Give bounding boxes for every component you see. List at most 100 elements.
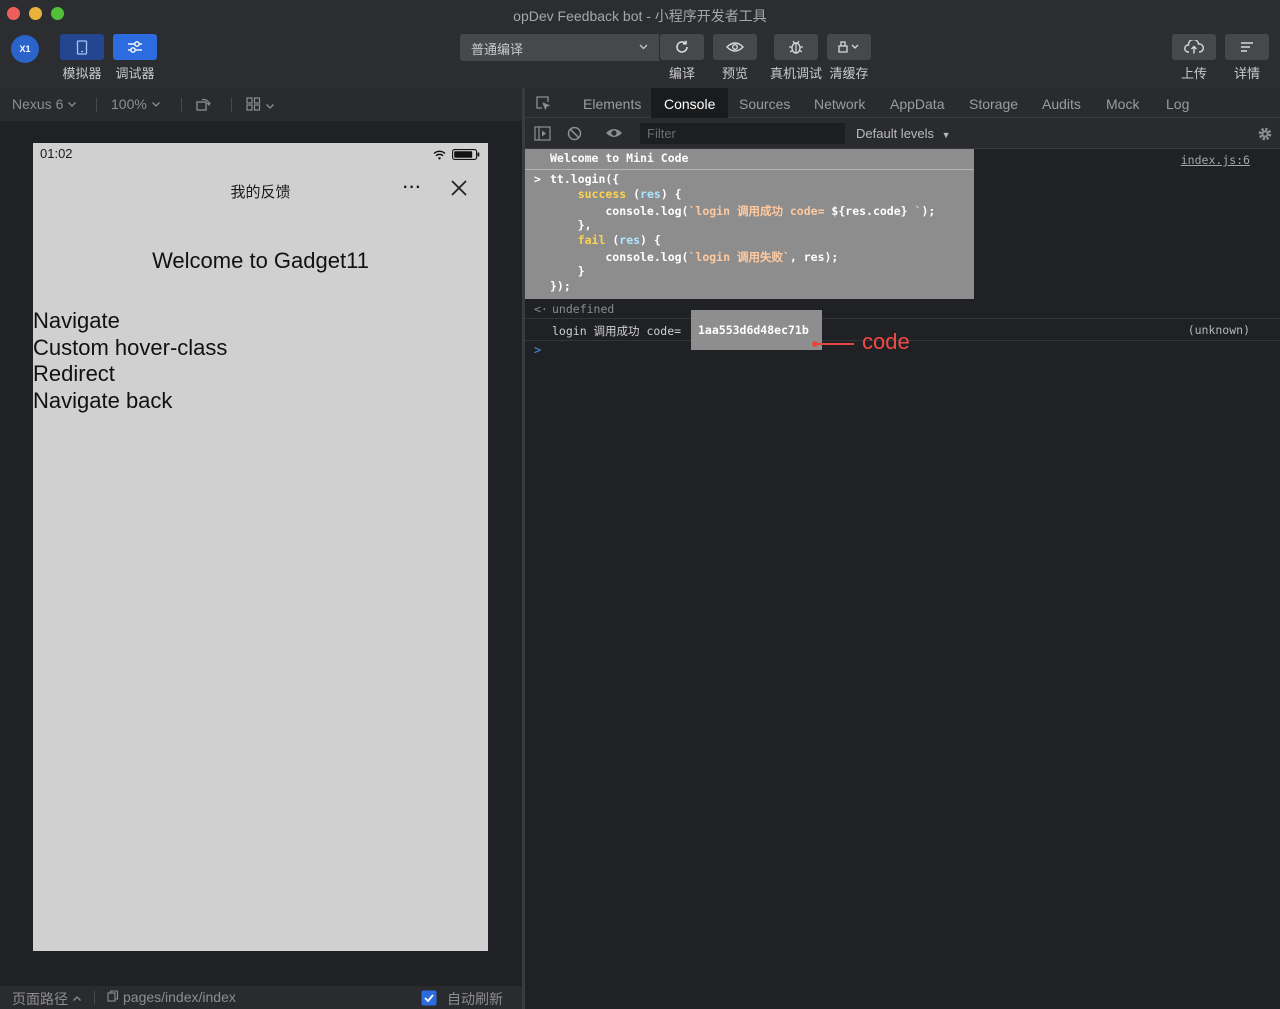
- eye-icon: [713, 34, 757, 60]
- code-line: console.log(`login 调用成功 code= ${res.code…: [550, 204, 936, 218]
- zoom-value: 100%: [111, 96, 147, 112]
- chevron-down-icon: [151, 96, 161, 112]
- annotation-label: code: [862, 329, 910, 354]
- tab-audits[interactable]: Audits: [1042, 88, 1081, 118]
- source-link[interactable]: index.js:6: [1181, 153, 1250, 167]
- page-path-value: pages/index/index: [123, 989, 236, 1005]
- code-line: fail (res) {: [577, 233, 661, 247]
- debugger-toggle-button[interactable]: 调试器: [113, 34, 157, 82]
- chevron-down-icon: [67, 96, 77, 112]
- code-line: success (res) {: [577, 187, 682, 201]
- custom-hover-class-link[interactable]: Custom hover-class: [33, 335, 227, 362]
- device-debug-button[interactable]: 真机调试: [770, 34, 822, 82]
- clear-cache-button[interactable]: 清缓存: [827, 34, 871, 82]
- prompt-arrow-icon: >: [534, 172, 541, 186]
- upload-button[interactable]: 上传: [1172, 34, 1216, 82]
- grid-icon: [246, 97, 261, 114]
- details-label: 详情: [1233, 66, 1260, 81]
- details-button[interactable]: 详情: [1225, 34, 1269, 82]
- code-line: },: [550, 218, 592, 232]
- tab-appdata[interactable]: AppData: [890, 88, 944, 118]
- divider: [525, 169, 974, 170]
- more-menu-button[interactable]: ···: [403, 179, 422, 197]
- inspect-element-icon[interactable]: [535, 95, 551, 116]
- simulator-label: 模拟器: [62, 66, 102, 81]
- page-path-copy[interactable]: pages/index/index: [107, 989, 236, 1005]
- log-levels-select[interactable]: Default levels ▼: [856, 126, 951, 141]
- navigation-links: Navigate Custom hover-class Redirect Nav…: [33, 308, 227, 414]
- device-select[interactable]: Nexus 6: [12, 96, 77, 112]
- clear-console-icon[interactable]: [567, 126, 582, 146]
- compile-label: 编译: [668, 66, 695, 81]
- code-line: tt.login({: [550, 172, 620, 186]
- console-welcome-message: Welcome to Mini Code: [550, 151, 689, 165]
- console-input-prompt[interactable]: >: [534, 343, 541, 357]
- clear-cache-icon: [827, 34, 871, 60]
- sidebar-toggle-icon[interactable]: [534, 126, 551, 146]
- layout-select[interactable]: [246, 97, 275, 114]
- status-icons: [433, 147, 480, 165]
- divider: [94, 991, 95, 1004]
- redirect-link[interactable]: Redirect: [33, 361, 227, 388]
- rotate-button[interactable]: [196, 97, 211, 114]
- phone-screen: 01:02 我的反馈 ··· Welcome to Gadget11 Navig…: [33, 143, 488, 951]
- tab-network[interactable]: Network: [814, 88, 865, 118]
- chevron-up-icon: [72, 991, 82, 1007]
- upload-label: 上传: [1180, 66, 1207, 81]
- cloud-upload-icon: [1172, 34, 1216, 60]
- annotation-dot: [812, 341, 818, 347]
- tab-console[interactable]: Console: [651, 88, 729, 118]
- main-toolbar: X1 模拟器 调试器 普通编译 编译 预览 真机调试 清缓存 上传 详情: [0, 28, 1280, 88]
- navigate-link[interactable]: Navigate: [33, 308, 227, 335]
- zoom-select[interactable]: 100%: [111, 96, 161, 112]
- phone-icon: [60, 34, 104, 60]
- auto-refresh-checkbox[interactable]: 自动刷新: [421, 989, 503, 1009]
- code-highlight: 1aa553d6d48ec71b: [691, 310, 822, 350]
- copy-icon: [107, 989, 119, 1005]
- refresh-icon: [660, 34, 704, 60]
- log-levels-value: Default levels: [856, 126, 935, 141]
- compile-mode-value: 普通编译: [471, 42, 524, 57]
- tab-log[interactable]: Log: [1166, 88, 1189, 118]
- triangle-down-icon: ▼: [941, 130, 951, 140]
- rotate-icon: [196, 97, 211, 114]
- code-line: console.log(`login 调用失败`, res);: [550, 250, 839, 264]
- battery-icon: [452, 147, 480, 165]
- wifi-icon: [433, 147, 446, 165]
- filter-input[interactable]: [640, 123, 845, 144]
- tab-elements[interactable]: Elements: [583, 88, 641, 118]
- divider: [96, 98, 97, 112]
- compile-button[interactable]: 编译: [660, 34, 704, 82]
- devtools-tab-bar: Elements Console Sources Network AppData…: [525, 88, 1280, 118]
- close-icon[interactable]: [450, 179, 468, 202]
- divider: [181, 98, 182, 112]
- log-source: (unknown): [1187, 323, 1250, 337]
- log-message: login 调用成功 code=: [552, 324, 682, 338]
- debugger-label: 调试器: [115, 66, 155, 81]
- navigate-back-link[interactable]: Navigate back: [33, 388, 227, 415]
- console-output: Welcome to Mini Code > tt.login({ succes…: [525, 149, 1280, 1009]
- devtools-panel: Elements Console Sources Network AppData…: [525, 88, 1280, 1009]
- console-return-row: <· undefined: [525, 299, 1280, 319]
- simulator-footer: 页面路径 pages/index/index 自动刷新: [0, 986, 522, 1009]
- gear-icon[interactable]: [1257, 126, 1273, 147]
- title-bar: opDev Feedback bot - 小程序开发者工具: [0, 0, 1280, 28]
- compile-mode-select[interactable]: 普通编译: [460, 34, 659, 61]
- sliders-icon: [113, 34, 157, 60]
- chevron-down-icon: [638, 40, 649, 55]
- device-debug-label: 真机调试: [770, 66, 823, 81]
- live-expression-eye-icon[interactable]: [605, 126, 623, 145]
- code-value[interactable]: 1aa553d6d48ec71b: [698, 323, 809, 337]
- welcome-heading: Welcome to Gadget11: [152, 248, 369, 273]
- tab-sources[interactable]: Sources: [739, 88, 790, 118]
- page-path-toggle[interactable]: 页面路径: [12, 989, 82, 1009]
- avatar[interactable]: X1: [11, 35, 39, 63]
- simulator-toggle-button[interactable]: 模拟器: [60, 34, 104, 82]
- code-line: });: [550, 279, 571, 293]
- console-toolbar: Default levels ▼: [525, 118, 1280, 149]
- tab-storage[interactable]: Storage: [969, 88, 1018, 118]
- status-time: 01:02: [40, 146, 73, 161]
- preview-button[interactable]: 预览: [713, 34, 757, 82]
- details-icon: [1225, 34, 1269, 60]
- tab-mock[interactable]: Mock: [1106, 88, 1139, 118]
